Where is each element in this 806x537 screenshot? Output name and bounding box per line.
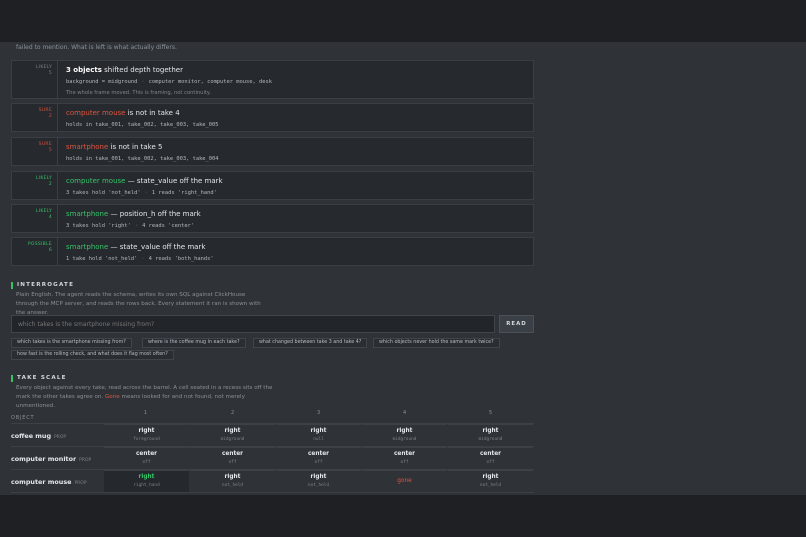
confidence-label: POSSIBLE 6 bbox=[12, 238, 58, 265]
confidence-label: SURE 2 bbox=[12, 104, 58, 131]
object-row-label: computer mouse PROP bbox=[11, 478, 87, 486]
interrogate-heading: INTERROGATE bbox=[11, 282, 74, 289]
finding-note: The whole frame moved. This is framing, … bbox=[66, 90, 211, 96]
finding-detail: 3 takes hold 'not_held' · 1 reads 'right_h… bbox=[66, 190, 217, 196]
take-cell[interactable]: right null bbox=[276, 424, 361, 446]
take-cell[interactable]: right midground bbox=[362, 424, 447, 446]
finding-card[interactable]: SURE 5 smartphone is not in take 5 holds … bbox=[11, 137, 534, 166]
confidence-label: SURE 5 bbox=[12, 138, 58, 165]
suggestion-chip[interactable]: how fast is the rolling check, and what … bbox=[11, 350, 174, 360]
confidence-label: LIKELY 4 bbox=[12, 205, 58, 232]
take-cell[interactable]: center off bbox=[362, 447, 447, 469]
suggestion-chip[interactable]: which objects never hold the same mark t… bbox=[373, 338, 500, 348]
take-cell[interactable]: center off bbox=[448, 447, 533, 469]
suggestion-chip[interactable]: what changed between take 3 and take 4? bbox=[253, 338, 368, 348]
suggestion-chip[interactable]: which takes is the smartphone missing fr… bbox=[11, 338, 132, 348]
top-bar bbox=[0, 0, 806, 42]
take-cell[interactable]: center off bbox=[104, 447, 189, 469]
finding-detail: holds in take_001, take_002, take_003, t… bbox=[66, 122, 219, 128]
take-header: 1 bbox=[144, 410, 148, 416]
take-cell[interactable]: right not_held bbox=[448, 470, 533, 492]
take-scale-description: Every object against every take, read ac… bbox=[16, 385, 273, 409]
finding-detail: background = midground · computer monitor,… bbox=[66, 79, 272, 85]
finding-detail: holds in take_001, take_002, take_003, t… bbox=[66, 156, 219, 162]
take-cell[interactable]: center off bbox=[276, 447, 361, 469]
main-panel: failed to mention. What is left is what … bbox=[0, 42, 806, 495]
finding-title: smartphone is not in take 5 bbox=[66, 143, 163, 151]
take-cell[interactable]: right not_held bbox=[276, 470, 361, 492]
finding-title: computer mouse is not in take 4 bbox=[66, 109, 180, 117]
question-input[interactable] bbox=[11, 315, 495, 333]
take-cell[interactable]: center off bbox=[190, 447, 275, 469]
suggestion-chip[interactable]: where is the coffee mug in each take? bbox=[142, 338, 246, 348]
take-header: 5 bbox=[489, 410, 493, 416]
finding-detail: 3 takes hold 'right' · 4 reads 'center' bbox=[66, 223, 195, 229]
finding-title: smartphone — state_value off the mark bbox=[66, 243, 206, 251]
take-cell[interactable]: right midground bbox=[448, 424, 533, 446]
take-header: 2 bbox=[231, 410, 235, 416]
object-column-header: OBJECT bbox=[11, 415, 35, 421]
finding-card[interactable]: SURE 2 computer mouse is not in take 4 ho… bbox=[11, 103, 534, 132]
row-divider bbox=[11, 492, 534, 493]
interrogate-description: Plain English. The agent reads the schem… bbox=[16, 292, 261, 316]
finding-card[interactable]: LIKELY 5 3 objects shifted depth together… bbox=[11, 60, 534, 99]
finding-title: computer mouse — state_value off the mar… bbox=[66, 177, 223, 185]
intro-text: failed to mention. What is left is what … bbox=[16, 44, 177, 51]
object-row-label: computer monitor PROP bbox=[11, 455, 92, 463]
finding-card[interactable]: LIKELY 4 smartphone — position_h off the … bbox=[11, 204, 534, 233]
take-cell-gone[interactable]: gone bbox=[362, 470, 447, 492]
object-row-label: coffee mug PROP bbox=[11, 432, 67, 440]
take-header: 4 bbox=[403, 410, 407, 416]
take-cell[interactable]: right right_hand bbox=[104, 470, 189, 492]
take-cell[interactable]: right not_held bbox=[190, 470, 275, 492]
finding-card[interactable]: POSSIBLE 6 smartphone — state_value off t… bbox=[11, 237, 534, 266]
read-button[interactable]: READ bbox=[499, 315, 534, 333]
take-scale-heading: TAKE SCALE bbox=[11, 375, 67, 382]
finding-card[interactable]: LIKELY 2 computer mouse — state_value off… bbox=[11, 171, 534, 200]
bottom-bar bbox=[0, 495, 806, 537]
take-cell[interactable]: right midground bbox=[190, 424, 275, 446]
finding-title: smartphone — position_h off the mark bbox=[66, 210, 201, 218]
take-cell[interactable]: right foreground bbox=[104, 424, 189, 446]
finding-title: 3 objects shifted depth together bbox=[66, 66, 183, 74]
confidence-label: LIKELY 2 bbox=[12, 172, 58, 199]
take-header: 3 bbox=[317, 410, 321, 416]
confidence-label: LIKELY 5 bbox=[12, 61, 58, 98]
finding-detail: 1 take hold 'not_held' · 4 reads 'both_han… bbox=[66, 256, 214, 262]
